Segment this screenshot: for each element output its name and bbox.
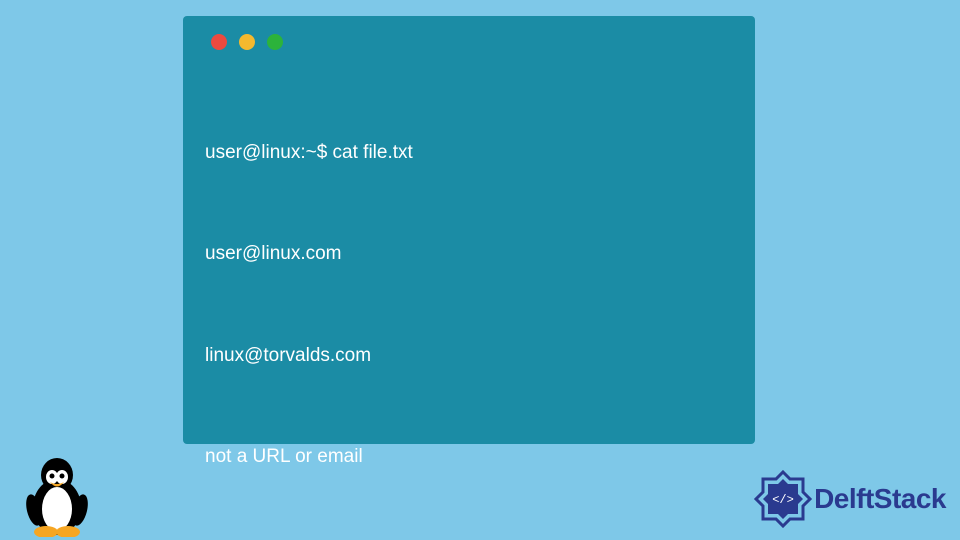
brand-logo-block: </> DelftStack	[754, 470, 946, 528]
terminal-line: linux@torvalds.com	[205, 339, 733, 373]
minimize-icon[interactable]	[239, 34, 255, 50]
tux-penguin-icon	[22, 455, 92, 537]
svg-text:</>: </>	[772, 493, 794, 507]
terminal-window: user@linux:~$ cat file.txt user@linux.co…	[183, 16, 755, 444]
delftstack-logo-icon: </>	[754, 470, 812, 528]
terminal-body: user@linux:~$ cat file.txt user@linux.co…	[205, 68, 733, 540]
terminal-line: user@linux.com	[205, 237, 733, 271]
terminal-line: user@linux:~$ cat file.txt	[205, 136, 733, 170]
close-icon[interactable]	[211, 34, 227, 50]
terminal-line: not a URL or email	[205, 440, 733, 474]
brand-name: DelftStack	[814, 483, 946, 515]
maximize-icon[interactable]	[267, 34, 283, 50]
window-titlebar	[205, 34, 733, 50]
